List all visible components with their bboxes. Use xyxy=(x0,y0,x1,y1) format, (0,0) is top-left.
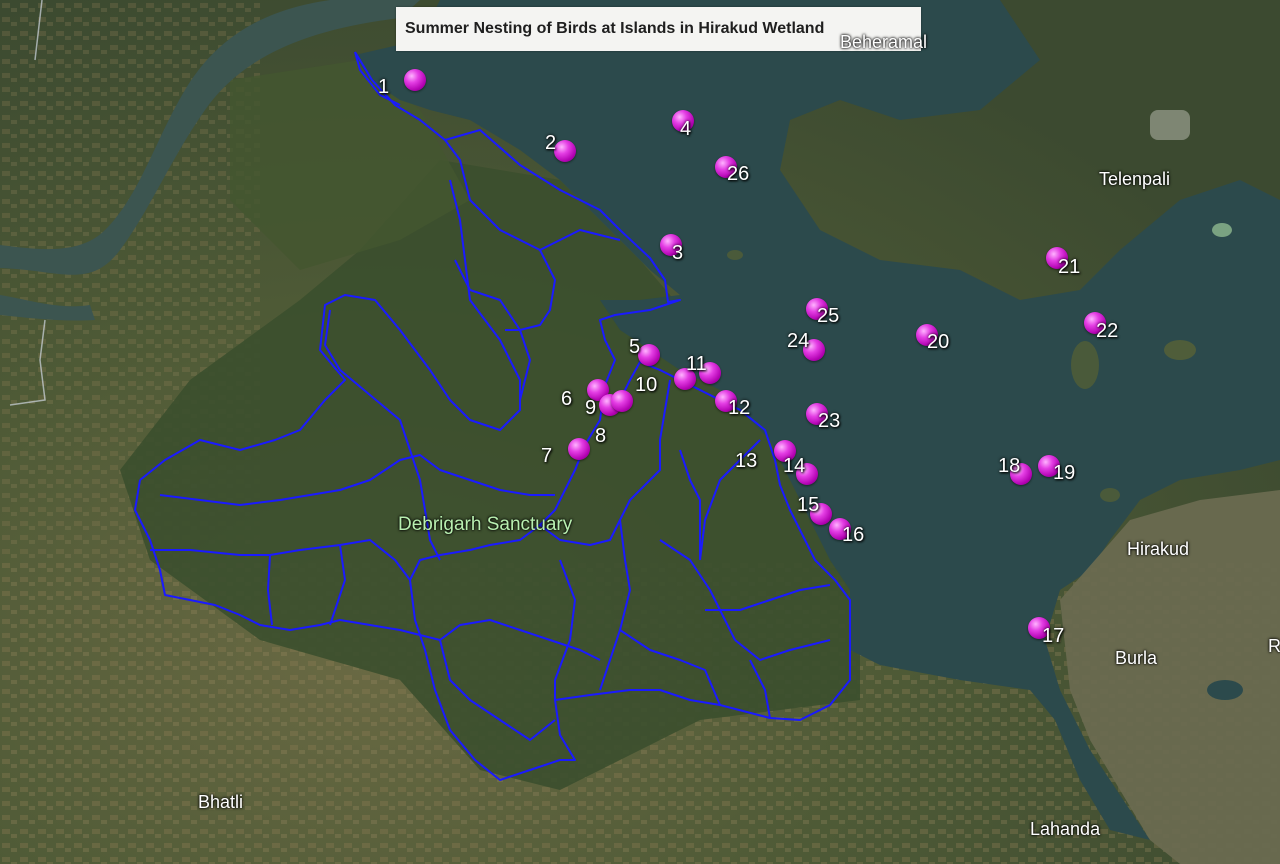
island-label-18: 18 xyxy=(998,455,1021,477)
island-marker-1[interactable] xyxy=(404,69,426,91)
island-label-22: 22 xyxy=(1096,320,1119,342)
island-label-24: 24 xyxy=(787,330,810,352)
island-label-12: 12 xyxy=(728,397,751,419)
place-label-lahanda: Lahanda xyxy=(1030,819,1101,839)
island-label-7: 7 xyxy=(541,445,553,467)
island-label-21: 21 xyxy=(1058,256,1081,278)
pond xyxy=(1207,680,1243,700)
island-marker-7[interactable] xyxy=(568,438,590,460)
island-label-23: 23 xyxy=(818,410,841,432)
place-label-beheramal: Beheramal xyxy=(840,32,928,52)
island-label-6: 6 xyxy=(561,388,573,410)
island-label-19: 19 xyxy=(1053,462,1076,484)
island-shape xyxy=(1164,340,1196,360)
island-label-15: 15 xyxy=(797,494,820,516)
place-label-hirakud: Hirakud xyxy=(1127,539,1190,559)
island-label-25: 25 xyxy=(817,305,840,327)
island-label-9: 9 xyxy=(585,397,597,419)
island-label-13: 13 xyxy=(735,450,758,472)
island-label-2: 2 xyxy=(545,132,557,154)
island-label-11: 11 xyxy=(686,353,707,375)
island-label-26: 26 xyxy=(727,163,750,185)
island-marker-9[interactable] xyxy=(611,390,633,412)
island-label-20: 20 xyxy=(927,331,950,353)
island-label-1: 1 xyxy=(378,76,390,98)
industrial-patch xyxy=(1150,110,1190,140)
island-shape xyxy=(1071,341,1099,389)
place-label-telenpali: Telenpali xyxy=(1099,169,1171,189)
island-marker-5[interactable] xyxy=(638,344,660,366)
place-label-burla: Burla xyxy=(1115,648,1158,668)
island-label-8: 8 xyxy=(595,425,607,447)
satellite-map[interactable] xyxy=(0,0,1280,864)
island-shape xyxy=(1100,488,1120,502)
island-label-3: 3 xyxy=(672,242,684,264)
island-label-4: 4 xyxy=(680,118,692,140)
place-label-edge: R xyxy=(1268,636,1280,656)
island-label-17: 17 xyxy=(1042,625,1065,647)
island-label-14: 14 xyxy=(783,455,806,477)
island-marker-2[interactable] xyxy=(554,140,576,162)
island-shape xyxy=(727,250,743,260)
island-label-10: 10 xyxy=(635,374,658,396)
place-label-debrigarh: Debrigarh Sanctuary xyxy=(398,514,573,535)
island-label-5: 5 xyxy=(629,336,641,358)
island-label-16: 16 xyxy=(842,524,865,546)
place-label-bhatli: Bhatli xyxy=(198,792,244,812)
pond xyxy=(1212,223,1232,237)
